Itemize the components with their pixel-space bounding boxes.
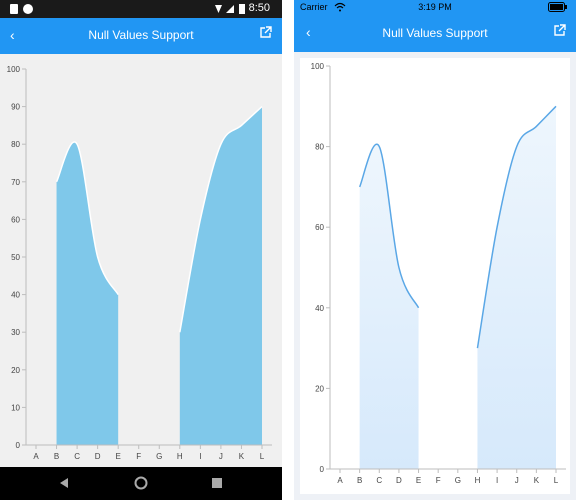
ios-status-bar: Carrier 3:19 PM [294, 0, 576, 14]
x-tick-label: J [219, 452, 223, 461]
area-segment-2 [477, 106, 556, 470]
x-tick-label: G [455, 476, 461, 485]
ios-area-chart: 0 20 40 60 80 100 A B C D E F G H I J K L [311, 62, 566, 485]
notification-icon [10, 4, 33, 14]
signal-icon [215, 4, 245, 14]
battery-icon [548, 2, 567, 12]
x-tick-label: J [515, 476, 519, 485]
status-time: 3:19 PM [418, 2, 452, 12]
x-tick-label: C [74, 452, 80, 461]
area-segment-1 [56, 141, 119, 445]
y-tick-label: 100 [311, 62, 325, 71]
area-segment-2 [179, 106, 262, 445]
x-tick-label: B [357, 476, 362, 485]
y-tick-label: 60 [11, 215, 20, 224]
x-tick-label: K [239, 452, 245, 461]
android-screen: 8:50 ‹ Null Values Support 0 10 20 30 40 50 60… [0, 0, 282, 500]
nav-recent-icon[interactable] [211, 477, 223, 489]
ios-screen: Carrier 3:19 PM ‹ Null Values Support 0 … [294, 0, 576, 500]
y-tick-label: 40 [315, 304, 324, 313]
y-tick-label: 50 [11, 253, 20, 262]
x-tick-label: D [396, 476, 402, 485]
y-tick-label: 80 [315, 143, 324, 152]
x-tick-label: B [54, 452, 59, 461]
y-tick-label: 0 [16, 441, 21, 450]
y-tick-label: 80 [11, 140, 20, 149]
x-tick-label: L [260, 452, 265, 461]
y-tick-label: 20 [315, 384, 324, 393]
x-tick-label: A [337, 476, 343, 485]
x-tick-label: L [554, 476, 559, 485]
x-tick-label: E [116, 452, 121, 461]
y-tick-label: 90 [11, 103, 20, 112]
open-external-icon[interactable] [553, 24, 566, 37]
x-tick-label: D [95, 452, 101, 461]
x-tick-label: H [475, 476, 481, 485]
y-tick-label: 30 [11, 328, 20, 337]
x-tick-label: F [436, 476, 441, 485]
x-tick-label: K [534, 476, 540, 485]
page-title: Null Values Support [88, 28, 194, 42]
x-tick-label: C [376, 476, 382, 485]
android-area-chart: 0 10 20 30 40 50 60 70 80 90 100 A B C D E F G H I J K L [7, 65, 272, 461]
app-bar: ‹ Null Values Support [0, 18, 282, 54]
page-title: Null Values Support [382, 26, 488, 40]
x-tick-label: H [177, 452, 183, 461]
y-tick-label: 40 [11, 291, 20, 300]
area-segment-1 [359, 144, 419, 469]
x-tick-label: A [33, 452, 39, 461]
app-bar: ‹ Null Values Support [294, 14, 576, 52]
x-tick-label: G [156, 452, 162, 461]
android-chart-area: 0 10 20 30 40 50 60 70 80 90 100 A B C D E F G H I J K L [0, 54, 282, 467]
status-time: 8:50 [248, 2, 270, 14]
android-status-bar: 8:50 [0, 0, 282, 18]
x-tick-label: E [416, 476, 421, 485]
android-nav-bar [0, 467, 282, 500]
ios-chart-card: 0 20 40 60 80 100 A B C D E F G H I J K L [300, 58, 570, 494]
nav-back-icon[interactable] [58, 477, 70, 489]
nav-home-icon[interactable] [134, 476, 148, 490]
y-tick-label: 10 [11, 403, 20, 412]
x-tick-label: I [199, 452, 201, 461]
y-tick-label: 60 [315, 223, 324, 232]
y-tick-label: 0 [320, 465, 325, 474]
y-tick-label: 20 [11, 366, 20, 375]
open-external-icon[interactable] [259, 26, 272, 39]
y-tick-label: 70 [11, 178, 20, 187]
y-tick-label: 100 [7, 65, 21, 74]
x-tick-label: F [136, 452, 141, 461]
x-tick-label: I [496, 476, 498, 485]
